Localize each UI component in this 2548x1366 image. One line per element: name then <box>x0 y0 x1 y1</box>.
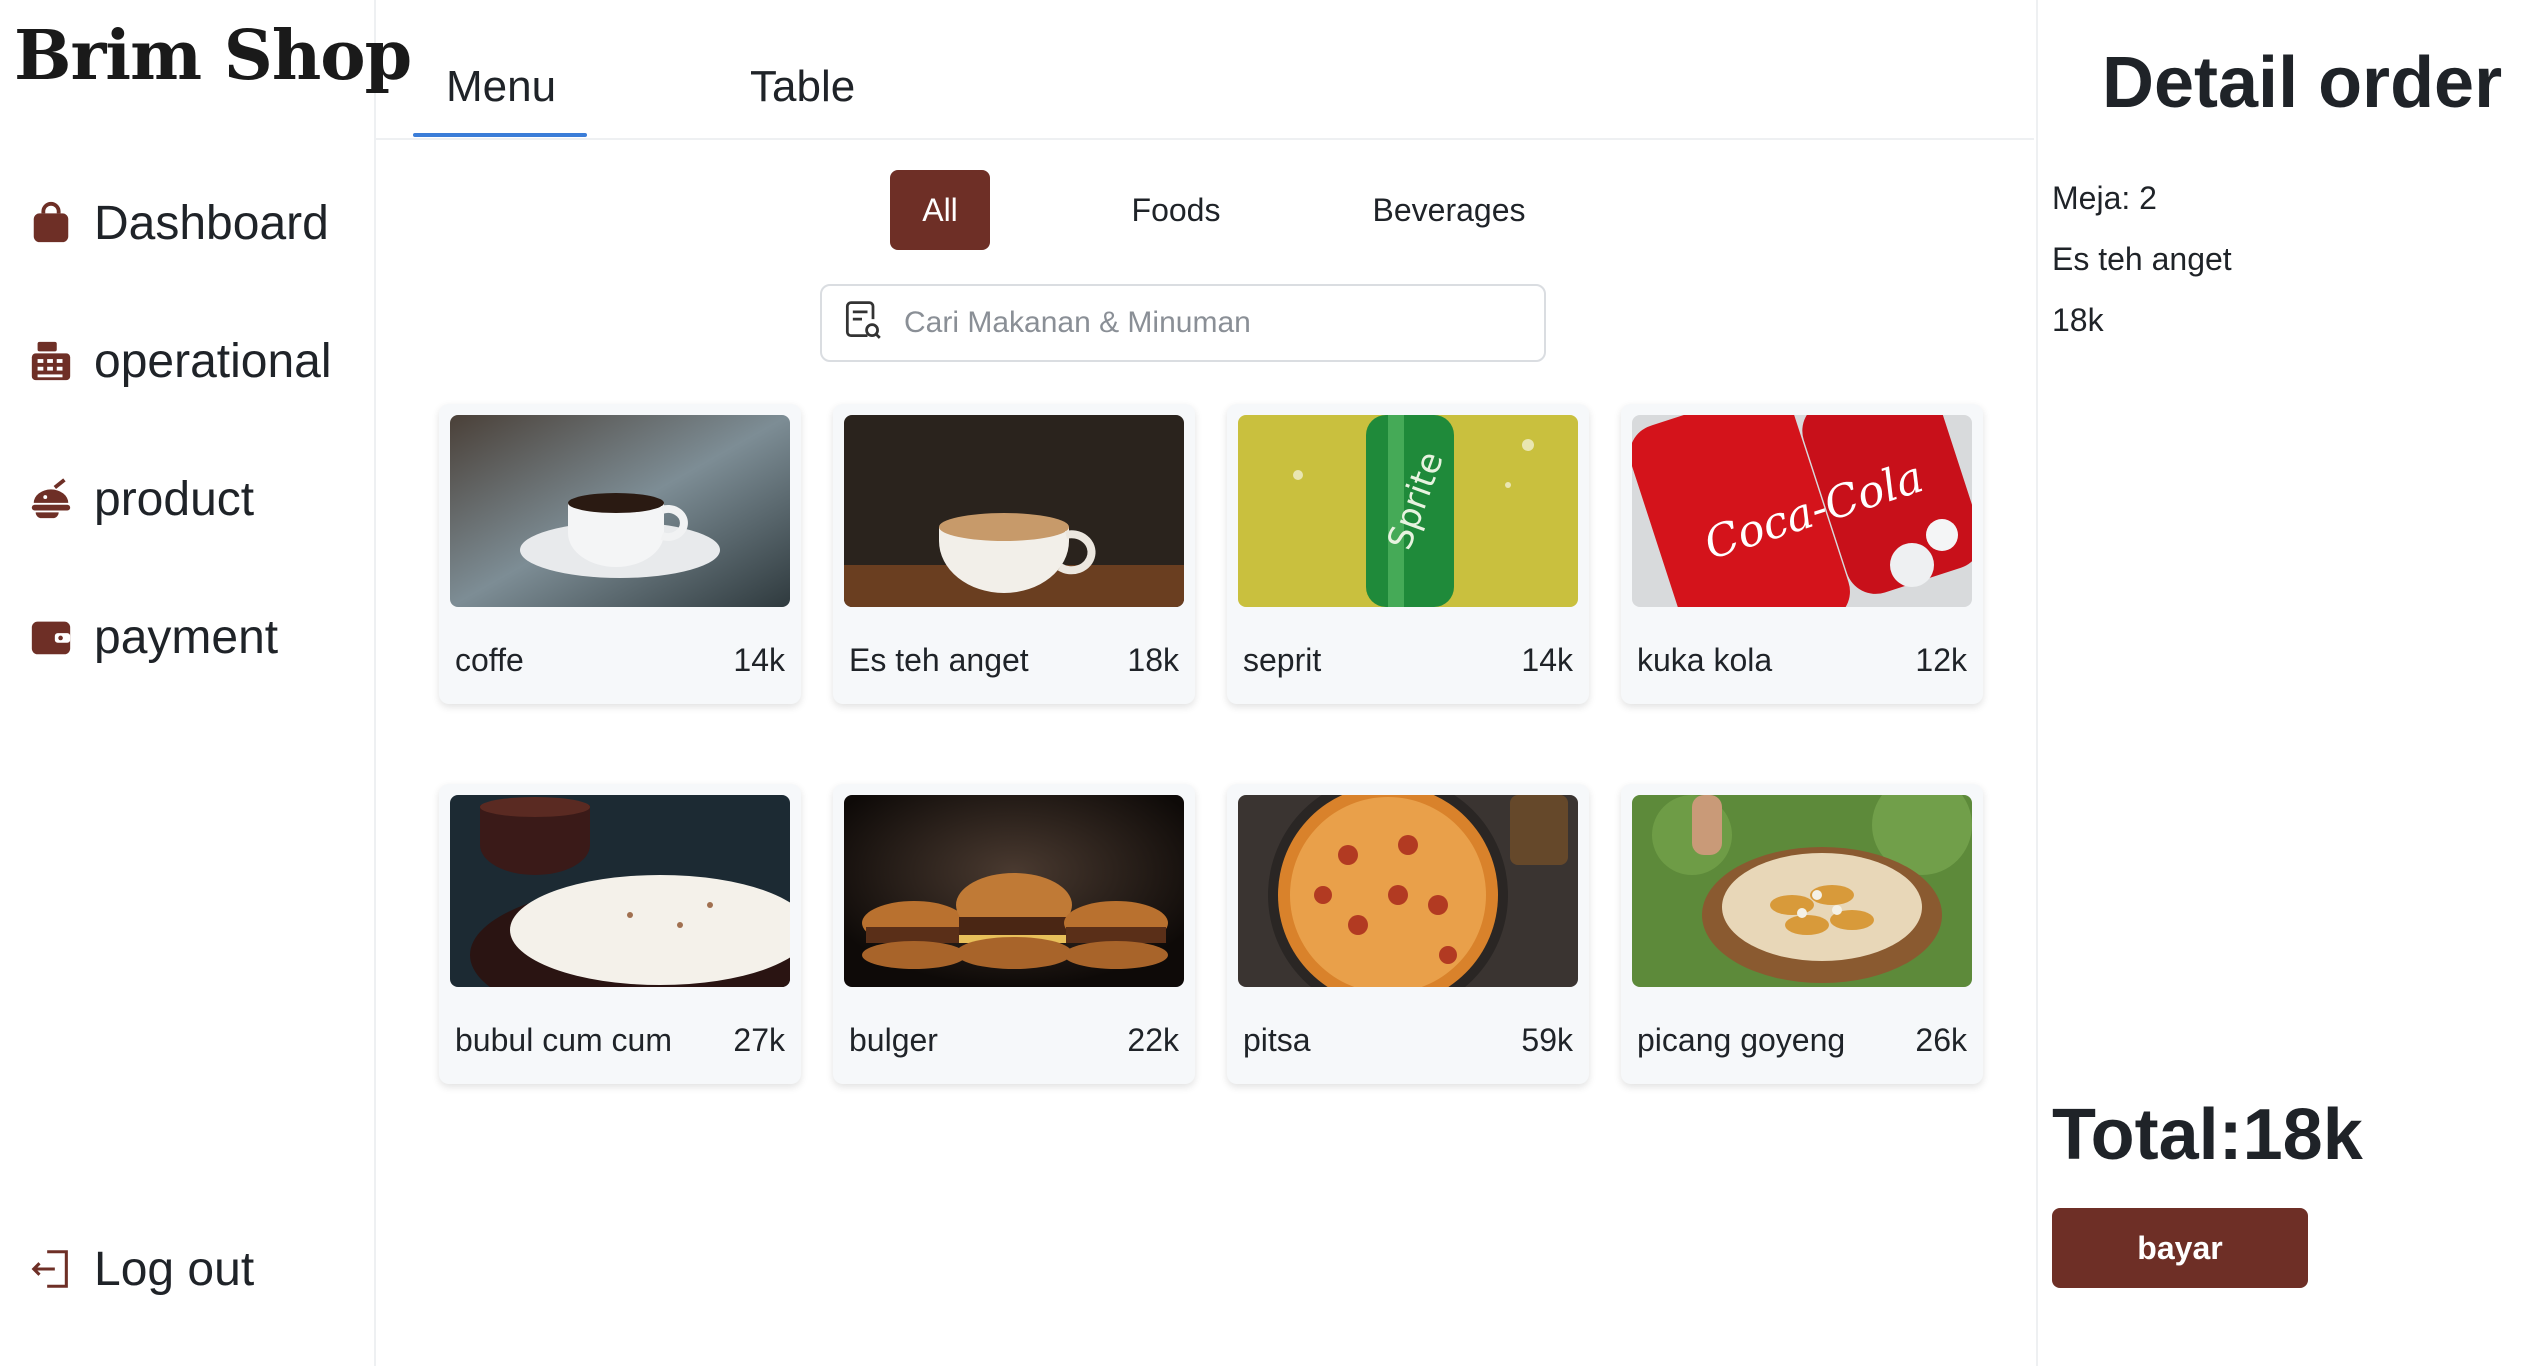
order-table-number: Meja: 2 <box>2052 180 2157 216</box>
coffee-cup-photo <box>450 415 790 607</box>
sprite-bottle-photo: Sprite <box>1238 415 1578 607</box>
product-card-bulger[interactable]: bulger 22k <box>833 784 1195 1084</box>
logout-icon <box>26 1244 76 1294</box>
order-detail-title: Detail order <box>2102 43 2503 123</box>
shopping-bag-icon <box>26 198 76 248</box>
product-price: 59k <box>1521 1022 1573 1058</box>
logout-label: Log out <box>94 1242 255 1296</box>
rice-bowl-photo <box>450 795 790 987</box>
product-price: 27k <box>733 1022 785 1058</box>
sidebar-item-label: product <box>94 472 255 526</box>
main-content: Menu Table All Foods Beverages coffe 14k… <box>376 0 2034 1366</box>
product-name: pitsa <box>1243 1022 1311 1058</box>
product-name: coffe <box>455 642 524 678</box>
category-filters: All Foods Beverages <box>376 170 2034 252</box>
sidebar-item-label: operational <box>94 334 332 388</box>
product-card-kuka-kola[interactable]: Coca-Cola kuka kola 12k <box>1621 404 1983 704</box>
search-bar <box>820 284 1546 362</box>
product-name: seprit <box>1243 642 1322 678</box>
sidebar: Brim Shop Dashboard operational product … <box>0 0 412 1366</box>
product-price: 26k <box>1915 1022 1967 1058</box>
tab-bar: Menu Table <box>376 0 2034 140</box>
product-name: kuka kola <box>1637 642 1773 678</box>
product-price: 14k <box>733 642 785 678</box>
sidebar-item-operational[interactable]: operational <box>26 316 356 406</box>
logout-button[interactable]: Log out <box>26 1224 356 1314</box>
filter-foods[interactable]: Foods <box>1096 170 1256 250</box>
product-price: 14k <box>1521 642 1573 678</box>
product-name: bulger <box>849 1022 938 1058</box>
food-icon <box>26 474 76 524</box>
search-input[interactable] <box>902 305 1506 341</box>
filter-beverages[interactable]: Beverages <box>1334 170 1564 250</box>
brand-logo: Brim Shop <box>14 16 412 96</box>
burgers-photo <box>844 795 1184 987</box>
receipt-search-icon <box>840 299 902 348</box>
cash-register-icon <box>26 336 76 386</box>
product-card-es-teh-anget[interactable]: Es teh anget 18k <box>833 404 1195 704</box>
tab-menu[interactable]: Menu <box>446 62 556 112</box>
sidebar-item-product[interactable]: product <box>26 454 356 544</box>
product-price: 12k <box>1915 642 1967 678</box>
active-tab-indicator <box>413 133 587 137</box>
product-name: picang goyeng <box>1637 1022 1846 1058</box>
filter-all[interactable]: All <box>890 170 990 250</box>
product-price: 22k <box>1127 1022 1179 1058</box>
order-item-price: 18k <box>2052 302 2104 338</box>
product-card-picang-goyeng[interactable]: picang goyeng 26k <box>1621 784 1983 1084</box>
product-card-seprit[interactable]: Sprite seprit 14k <box>1227 404 1589 704</box>
product-name: bubul cum cum <box>455 1022 672 1058</box>
product-price: 18k <box>1127 642 1179 678</box>
tab-table[interactable]: Table <box>750 62 855 112</box>
product-card-coffe[interactable]: coffe 14k <box>439 404 801 704</box>
sidebar-item-dashboard[interactable]: Dashboard <box>26 178 356 268</box>
latte-cup-photo <box>844 415 1184 607</box>
coca-cola-cans-photo: Coca-Cola <box>1632 415 1972 607</box>
sidebar-item-label: Dashboard <box>94 196 329 250</box>
sidebar-item-payment[interactable]: payment <box>26 592 356 682</box>
pizza-photo <box>1238 795 1578 987</box>
product-card-bubul-cum-cum[interactable]: bubul cum cum 27k <box>439 784 801 1084</box>
order-detail-panel: Detail order Meja: 2 Es teh anget 18k To… <box>2036 0 2548 1366</box>
sidebar-item-label: payment <box>94 610 279 664</box>
product-card-pitsa[interactable]: pitsa 59k <box>1227 784 1589 1084</box>
pay-button[interactable]: bayar <box>2052 1208 2308 1288</box>
fried-banana-photo <box>1632 795 1972 987</box>
wallet-icon <box>26 612 76 662</box>
product-name: Es teh anget <box>849 642 1029 678</box>
order-total: Total:18k <box>2052 1095 2363 1175</box>
order-item-name: Es teh anget <box>2052 241 2232 277</box>
